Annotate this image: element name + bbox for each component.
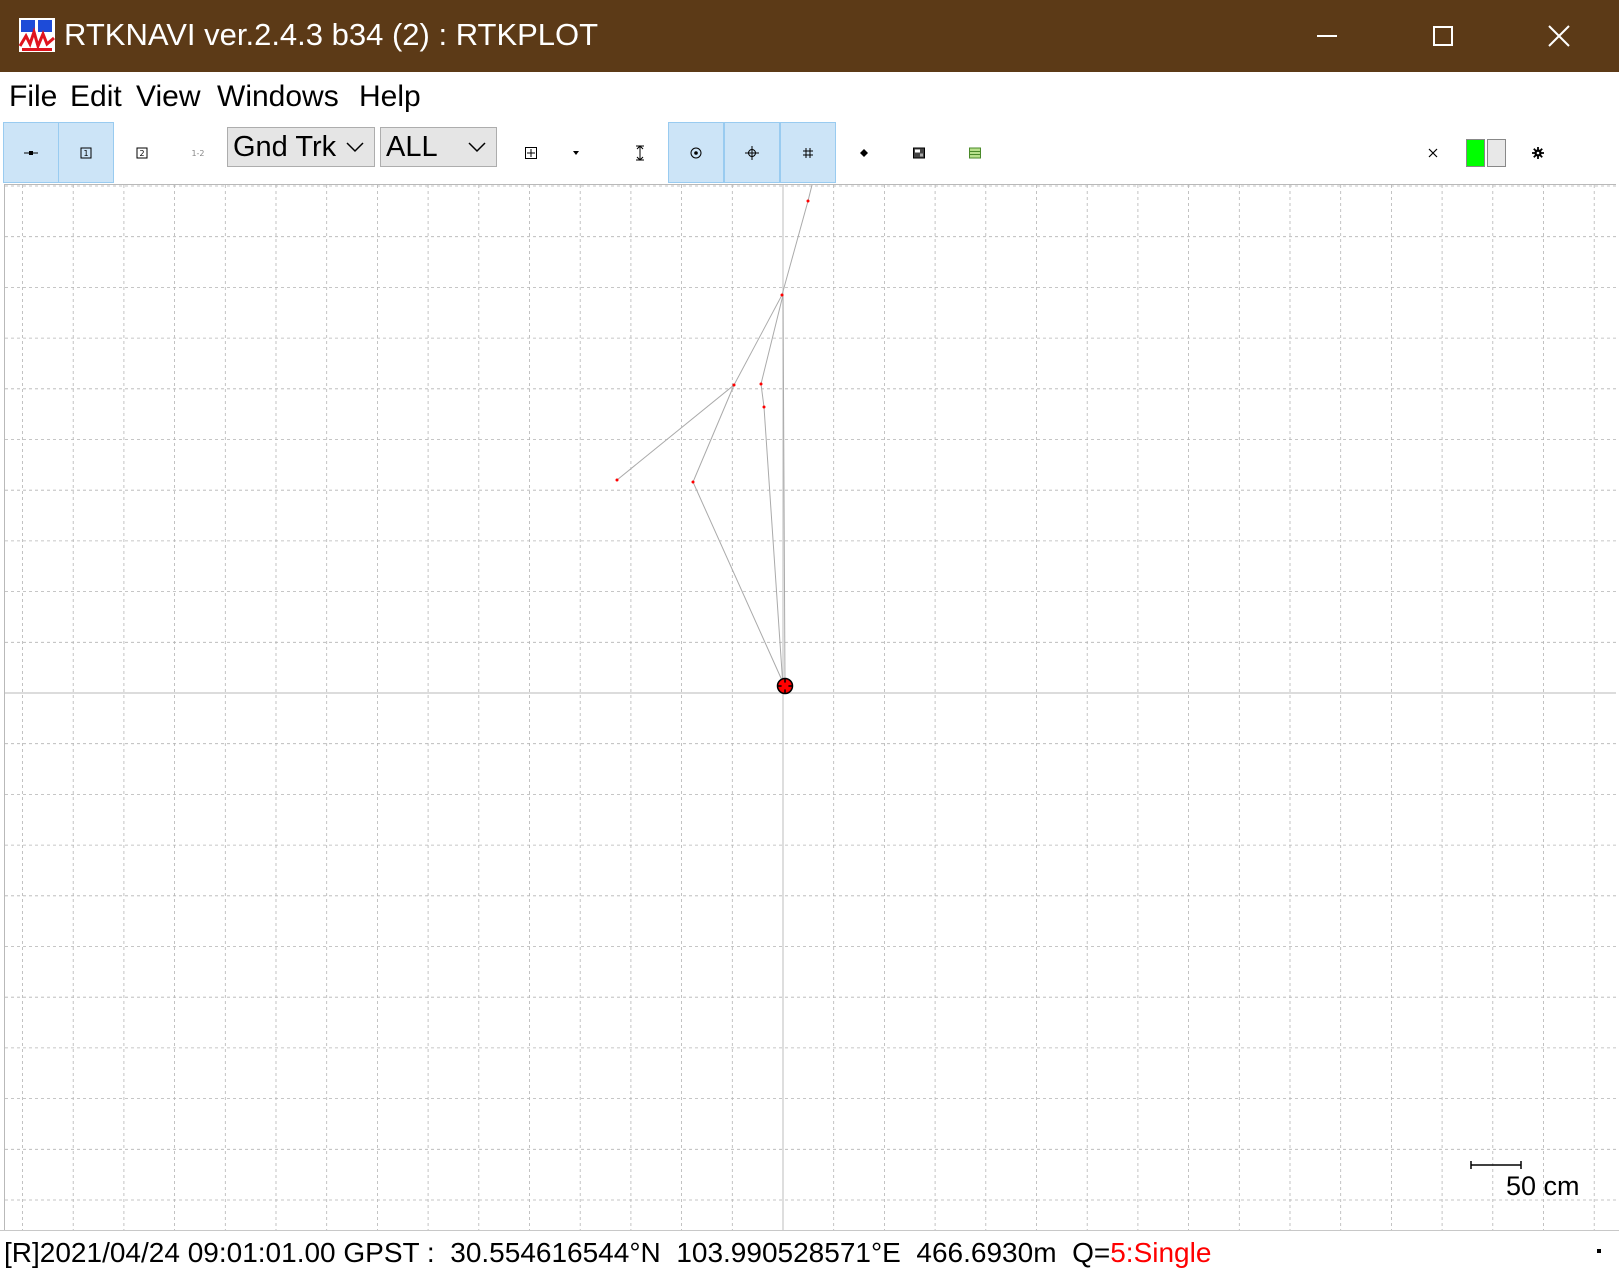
show-solution-2-button[interactable]: 2 xyxy=(114,122,170,183)
track-points xyxy=(615,199,810,484)
menu-view[interactable]: View xyxy=(136,78,200,116)
solution-1-icon: 1 xyxy=(80,147,92,158)
dropdown-icon xyxy=(573,150,579,155)
settings-gear-icon xyxy=(1532,146,1544,159)
status-bar: [R]2021/04/24 09:01:01.00 GPST : 30.5546… xyxy=(0,1230,1619,1277)
chevron-down-icon xyxy=(346,142,364,153)
zoom-fit-icon xyxy=(525,146,537,159)
show-solution-1-button[interactable]: 1 xyxy=(58,122,114,183)
map-layer-icon xyxy=(969,147,981,158)
crosshair-icon xyxy=(745,145,759,160)
rtknavi-logo-icon xyxy=(18,18,55,52)
current-position-marker xyxy=(776,677,794,695)
scale-bar xyxy=(1470,1161,1522,1169)
point-icon xyxy=(860,148,868,157)
close-button[interactable] xyxy=(1501,0,1617,72)
maximize-icon xyxy=(1433,26,1453,46)
maximize-button[interactable] xyxy=(1385,0,1501,72)
show-rover-solution-button[interactable] xyxy=(3,122,59,183)
track-point xyxy=(762,405,766,409)
menu-edit[interactable]: Edit xyxy=(70,78,122,116)
status-q-label: Q= xyxy=(1072,1237,1111,1268)
close-icon xyxy=(1548,25,1570,47)
plot-grid xyxy=(5,185,1616,1231)
minimize-button[interactable] xyxy=(1269,0,1385,72)
scale-bar-label: 50 cm xyxy=(1506,1171,1580,1201)
title-bar: RTKNAVI ver.2.4.3 b34 (2) : RTKPLOT xyxy=(0,0,1619,72)
show-crosshair-button[interactable] xyxy=(724,122,780,183)
status-mode: [R] xyxy=(4,1237,40,1268)
stream-status-indicator xyxy=(1487,139,1506,167)
clear-icon xyxy=(1428,148,1438,157)
menu-bar: File Edit View Windows Help xyxy=(0,72,1619,123)
show-solution-12-button[interactable]: 1-2 xyxy=(170,122,226,183)
vertical-range-icon xyxy=(636,144,644,161)
clear-button[interactable] xyxy=(1405,122,1461,183)
solution-12-icon: 1-2 xyxy=(191,149,204,158)
plot-type-value: Gnd Trk xyxy=(233,131,337,163)
status-datetime: 2021/04/24 09:01:01.00 GPST : xyxy=(39,1237,435,1268)
resize-grip-icon[interactable] xyxy=(1597,1249,1601,1253)
ground-track-plot[interactable] xyxy=(4,180,1616,1231)
quality-filter-value: ALL xyxy=(386,131,438,163)
svg-text:2: 2 xyxy=(139,149,144,158)
menu-windows[interactable]: Windows xyxy=(217,78,339,116)
solution-rover-icon xyxy=(24,150,38,155)
connection-status-indicator xyxy=(1466,139,1485,167)
quality-filter-select[interactable]: ALL xyxy=(380,127,497,167)
solution-status: [R]2021/04/24 09:01:01.00 GPST : 30.5546… xyxy=(4,1235,1211,1271)
track-point xyxy=(691,480,695,484)
show-map-image-button[interactable] xyxy=(891,122,947,183)
show-grid-button[interactable] xyxy=(780,122,836,183)
show-map-layer-button[interactable] xyxy=(947,122,1003,183)
solution-2-icon: 2 xyxy=(136,147,148,158)
menu-file[interactable]: File xyxy=(9,78,57,116)
chevron-down-icon xyxy=(468,142,486,153)
toolbar: 1 2 1-2 Gnd Trk ALL xyxy=(0,122,1619,184)
vertical-range-button[interactable] xyxy=(612,122,668,183)
grid-icon xyxy=(803,147,813,158)
connected-led xyxy=(1466,139,1485,167)
ground-track-canvas[interactable] xyxy=(5,180,1616,1231)
status-height: 466.6930m xyxy=(916,1237,1057,1268)
zoom-options-button[interactable] xyxy=(548,122,604,183)
status-longitude: 103.990528571°E xyxy=(676,1237,901,1268)
window-title: RTKNAVI ver.2.4.3 b34 (2) : RTKPLOT xyxy=(64,17,599,52)
svg-text:1: 1 xyxy=(83,149,88,158)
track-point xyxy=(732,383,736,387)
settings-button[interactable] xyxy=(1510,122,1566,183)
center-origin-button[interactable] xyxy=(668,122,724,183)
minimize-icon xyxy=(1317,35,1337,37)
track-point xyxy=(780,293,784,297)
plot-type-select[interactable]: Gnd Trk xyxy=(227,127,375,167)
menu-help[interactable]: Help xyxy=(359,78,421,116)
plot-axes xyxy=(5,185,1616,1231)
track-point xyxy=(615,478,619,482)
idle-led xyxy=(1487,139,1506,167)
track-point xyxy=(759,382,763,386)
center-origin-icon xyxy=(690,147,702,158)
svg-text:1-2: 1-2 xyxy=(191,149,204,158)
status-latitude: 30.554616544°N xyxy=(450,1237,661,1268)
track-point xyxy=(806,199,810,203)
show-points-button[interactable] xyxy=(836,122,892,183)
map-image-icon xyxy=(913,147,925,158)
status-quality: 5:Single xyxy=(1110,1237,1212,1268)
